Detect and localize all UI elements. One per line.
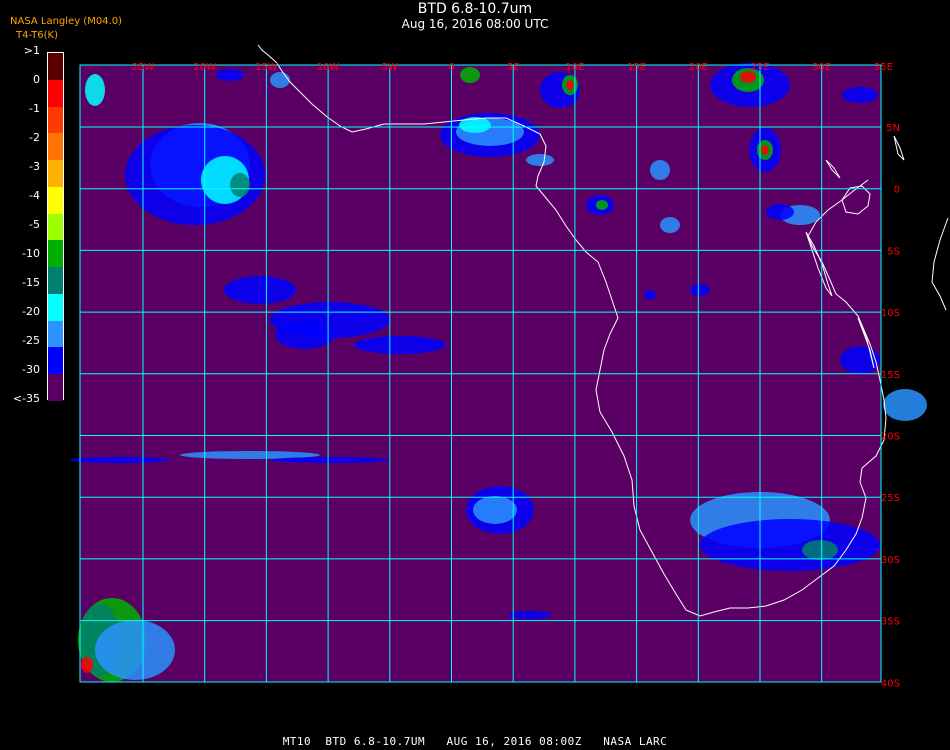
madagascar-west-coast xyxy=(931,217,949,311)
longitude-label: 25W xyxy=(132,62,155,73)
color-scale-label: -20 xyxy=(22,305,40,318)
color-scale-segment xyxy=(48,106,63,134)
latitude-label: 5S xyxy=(887,246,900,257)
longitude-label: 5W xyxy=(382,62,398,73)
lake-kivu-outline xyxy=(893,135,905,161)
longitude-label: 10E xyxy=(565,62,584,73)
cloud-patch xyxy=(275,321,335,349)
color-scale-segment xyxy=(48,213,63,241)
cloud-patch xyxy=(644,290,656,300)
latitude-label: 10S xyxy=(881,308,900,319)
color-scale-label: -1 xyxy=(29,102,40,115)
longitude-label: 5E xyxy=(507,62,520,73)
latitude-label: 25S xyxy=(881,493,900,504)
color-scale-segment xyxy=(48,240,63,268)
color-scale-label: <-35 xyxy=(12,392,40,405)
cloud-patch xyxy=(840,346,880,374)
longitude-label: 25E xyxy=(750,62,769,73)
cloud-patch xyxy=(883,389,927,421)
longitude-label: 35E xyxy=(874,62,893,73)
color-scale-label: -30 xyxy=(22,363,40,376)
color-scale-label: -15 xyxy=(22,276,40,289)
longitude-label: 15E xyxy=(627,62,646,73)
cloud-patch xyxy=(766,204,794,220)
cloud-patch xyxy=(596,200,608,210)
latitude-label: 40S xyxy=(881,678,900,689)
longitude-label: 0 xyxy=(448,62,454,73)
cloud-patch xyxy=(270,72,290,88)
color-scale-label: 0 xyxy=(33,73,40,86)
credit-label: NASA Langley (M04.0) xyxy=(10,16,122,27)
cloud-patch xyxy=(216,69,244,81)
cloud-patch xyxy=(526,154,554,166)
color-scale-segment xyxy=(48,186,63,215)
cloud-patch xyxy=(270,457,390,463)
color-scale-segment xyxy=(48,79,63,108)
longitude-label: 20E xyxy=(689,62,708,73)
latitude-label: 35S xyxy=(881,617,900,628)
cloud-patch xyxy=(761,145,769,155)
cloud-patch xyxy=(70,457,170,463)
satellite-map: 25W 20W 15W 10W 5W 0 5E 10E 15E 20E 25E 30E 35E 5N 0 5… xyxy=(70,44,949,689)
cloud-patch xyxy=(802,540,838,560)
chart-subtitle: Aug 16, 2016 08:00 UTC xyxy=(401,17,549,31)
cloud-patch xyxy=(473,496,517,524)
latitude-label: 30S xyxy=(881,555,900,566)
cloud-patch xyxy=(224,276,296,304)
cloud-patch xyxy=(230,173,250,197)
cloud-patch xyxy=(354,336,446,354)
color-scale-segment xyxy=(48,347,63,375)
color-scale-label: -5 xyxy=(29,218,40,231)
color-scale-segment xyxy=(48,374,63,402)
color-scale-label: -2 xyxy=(29,131,40,144)
color-scale-label: >1 xyxy=(23,44,40,57)
latitude-label: 5N xyxy=(886,123,900,134)
longitude-label: 20W xyxy=(193,62,216,73)
color-scale-label: -10 xyxy=(22,247,40,260)
cloud-patch xyxy=(566,80,574,90)
cloud-patch xyxy=(508,611,552,619)
color-scale-segment xyxy=(48,293,63,322)
color-scale-label: -3 xyxy=(29,160,40,173)
color-scale-segment xyxy=(48,267,63,295)
unit-label: T4-T6(K) xyxy=(16,30,58,41)
cloud-patch xyxy=(85,74,105,106)
cloud-patch xyxy=(660,217,680,233)
cloud-patch xyxy=(842,87,878,103)
color-scale-segment xyxy=(48,133,63,161)
latitude-label: 20S xyxy=(881,432,900,443)
longitude-label: 30E xyxy=(812,62,831,73)
color-scale-segment xyxy=(48,53,63,81)
cloud-patch xyxy=(95,620,175,680)
color-scale-segment xyxy=(48,160,63,188)
longitude-label: 10W xyxy=(317,62,340,73)
footer-caption: MT10 BTD 6.8-10.7UM AUG 16, 2016 08:00Z … xyxy=(282,735,668,748)
longitude-label: 15W xyxy=(255,62,278,73)
cloud-patch xyxy=(81,657,93,673)
cloud-patch xyxy=(690,284,710,296)
color-scale-segment xyxy=(48,320,63,348)
latitude-label: 0 xyxy=(894,185,900,196)
chart-title: BTD 6.8-10.7um xyxy=(417,1,533,17)
cloud-patch xyxy=(650,160,670,180)
cloud-patch xyxy=(460,67,480,83)
latitude-label: 15S xyxy=(881,370,900,381)
cloud-patch xyxy=(700,519,880,571)
color-scale-label: -25 xyxy=(22,334,40,347)
color-scale-label: -4 xyxy=(29,189,40,202)
color-scale-bar xyxy=(47,52,64,402)
